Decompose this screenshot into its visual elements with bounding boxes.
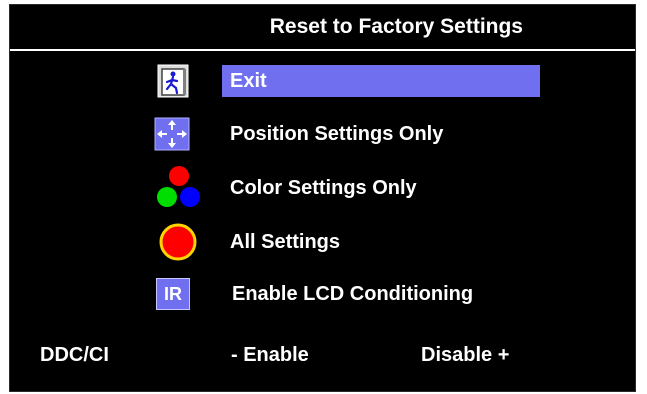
- exit-door-icon: [153, 59, 201, 103]
- rgb-dots-icon: [153, 166, 201, 210]
- menu-item-lcd-conditioning[interactable]: IR Enable LCD Conditioning: [10, 272, 635, 316]
- menu-item-color-settings[interactable]: Color Settings Only: [10, 166, 635, 210]
- menu-item-label: All Settings: [230, 231, 341, 253]
- menu-item-label: Position Settings Only: [230, 123, 444, 145]
- menu-item-label: Exit: [230, 70, 267, 92]
- menu-item-label: Enable LCD Conditioning: [232, 283, 474, 305]
- ddc-ci-label: DDC/CI: [40, 344, 109, 366]
- title-divider: [10, 49, 635, 51]
- red-circle-icon: [153, 220, 201, 264]
- ir-badge-text: IR: [156, 278, 190, 310]
- ddc-disable-option[interactable]: Disable +: [421, 337, 509, 373]
- position-arrows-icon: [153, 112, 201, 156]
- menu-item-all-settings[interactable]: All Settings: [10, 220, 635, 264]
- menu-item-position-settings[interactable]: Position Settings Only: [10, 112, 635, 156]
- menu-item-exit[interactable]: Exit: [10, 59, 635, 103]
- osd-panel: Reset to Factory Settings Exit Position …: [9, 4, 636, 392]
- ir-badge-icon: IR: [153, 272, 201, 316]
- osd-title: Reset to Factory Settings: [269, 15, 523, 38]
- ddc-enable-option[interactable]: - Enable: [231, 337, 309, 373]
- menu-item-label: Color Settings Only: [230, 177, 417, 199]
